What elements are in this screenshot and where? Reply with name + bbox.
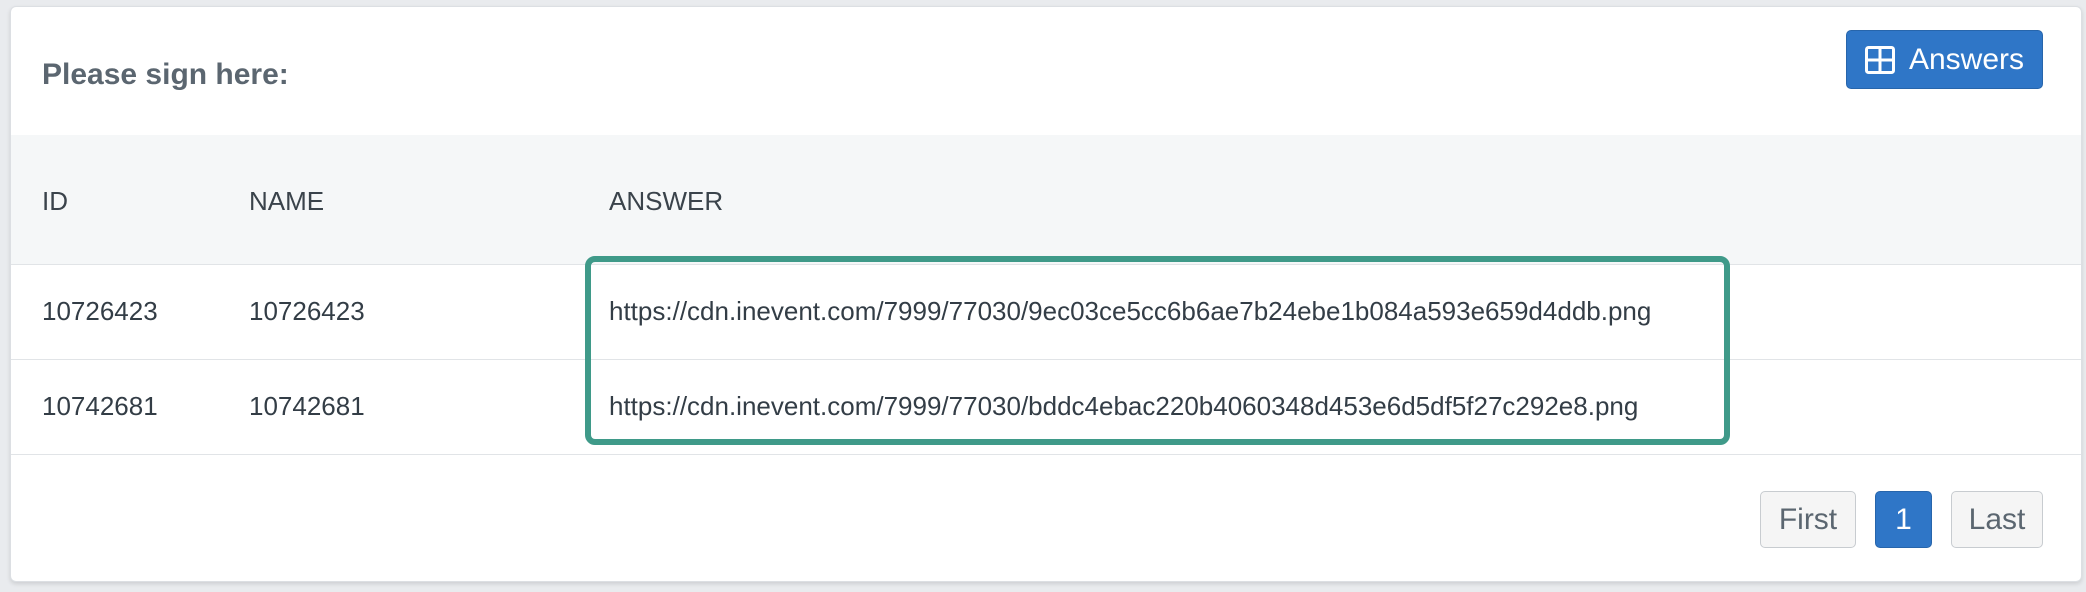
last-page-button[interactable]: Last [1951,491,2043,548]
current-page-button[interactable]: 1 [1875,491,1932,548]
answers-table: ID NAME ANSWER 10726423 10726423 https:/… [11,135,2081,455]
column-header-answer[interactable]: ANSWER [609,135,2081,265]
signature-answers-card: Please sign here: Answers ID NAME ANSWER… [10,6,2082,582]
cell-answer-link[interactable]: https://cdn.inevent.com/7999/77030/bddc4… [609,359,2081,455]
page-title: Please sign here: [42,58,289,91]
first-page-button[interactable]: First [1760,491,1856,548]
table-row[interactable]: 10742681 10742681 https://cdn.inevent.co… [11,359,2081,455]
table-icon [1864,45,1895,74]
pagination: First 1 Last [11,491,2081,561]
cell-id: 10726423 [11,264,249,360]
cell-id: 10742681 [11,359,249,455]
table-header-row: ID NAME ANSWER [11,135,2081,265]
column-header-id[interactable]: ID [11,135,249,265]
card-header: Please sign here: Answers [11,7,2081,135]
answers-button[interactable]: Answers [1846,30,2043,89]
answers-button-label: Answers [1908,43,2025,76]
column-header-name[interactable]: NAME [249,135,609,265]
cell-name: 10742681 [249,359,609,455]
cell-answer-link[interactable]: https://cdn.inevent.com/7999/77030/9ec03… [609,264,2081,360]
table-row[interactable]: 10726423 10726423 https://cdn.inevent.co… [11,264,2081,360]
cell-name: 10726423 [249,264,609,360]
